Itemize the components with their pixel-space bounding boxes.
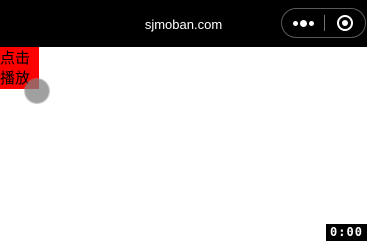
- capsule-menu: [281, 8, 366, 38]
- more-dots-icon[interactable]: [282, 9, 324, 37]
- mini-program-close-icon[interactable]: [325, 9, 366, 37]
- touch-indicator-icon: [25, 79, 49, 103]
- title-bar: sjmoban.com: [0, 0, 367, 47]
- page: sjmoban.com 点击播放 0:00: [0, 0, 367, 241]
- timer-badge: 0:00: [326, 224, 367, 241]
